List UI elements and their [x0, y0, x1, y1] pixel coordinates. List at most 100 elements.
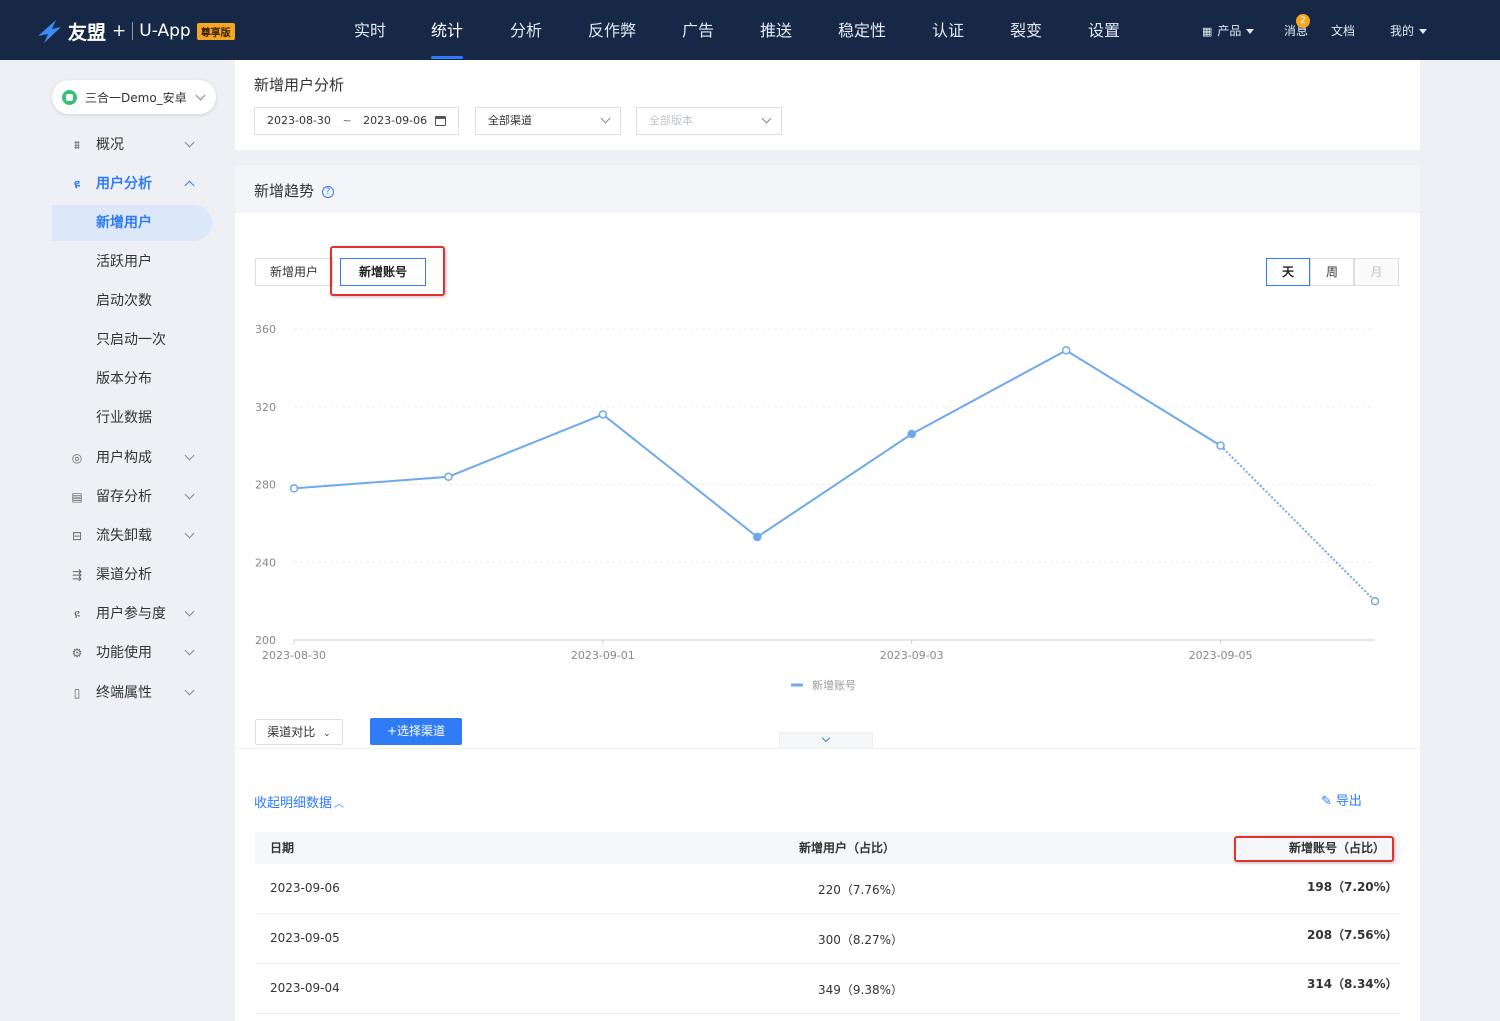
- sidebar-item-label: 终端属性: [96, 685, 152, 701]
- nav-statistics[interactable]: 统计: [427, 0, 467, 60]
- nav-push[interactable]: 推送: [756, 0, 796, 60]
- sidebar-subitem-launches[interactable]: 启动次数: [52, 283, 212, 319]
- sidebar-item-label: 用户参与度: [96, 606, 166, 622]
- nav-settings[interactable]: 设置: [1084, 0, 1124, 60]
- x-tick-label: 2023-09-03: [880, 649, 944, 662]
- data-point: [289, 484, 299, 493]
- messages-link[interactable]: 消息 2: [1284, 0, 1314, 60]
- sidebar-item-engagement[interactable]: ዩ 用户参与度: [52, 596, 212, 632]
- sidebar-subitem-new-users[interactable]: 新增用户: [52, 205, 212, 241]
- col-date[interactable]: 日期: [270, 832, 294, 864]
- sidebar-item-device-attributes[interactable]: ▯ 终端属性: [52, 675, 212, 711]
- series-line: [293, 349, 1222, 539]
- caret-down-icon: [1419, 29, 1428, 34]
- data-point: [598, 410, 608, 419]
- date-end: 2023-09-06: [363, 114, 428, 127]
- export-icon: ✎: [1321, 794, 1332, 809]
- chevron-down-icon: ⌄: [323, 729, 331, 739]
- brand-logo[interactable]: 友盟 + U-App 尊享版: [34, 14, 235, 48]
- sidebar-subitem-version-distribution[interactable]: 版本分布: [52, 361, 212, 397]
- android-icon: [62, 89, 77, 105]
- version-select-placeholder: 全部版本: [649, 114, 693, 127]
- data-point: [907, 429, 916, 439]
- sidebar: 三合一Demo_安卓 ⩩ 概况 ዩ 用户分析 新增用户 活跃用户 启动次数 只启…: [0, 60, 234, 1021]
- collapse-detail-label: 收起明细数据: [254, 796, 333, 811]
- user-composition-icon: ◎: [71, 451, 83, 465]
- cell-new-accounts: 198（7.20%）: [1307, 880, 1398, 894]
- granularity-month[interactable]: 月: [1354, 258, 1399, 286]
- brand-divider: [132, 22, 134, 40]
- channel-compare-dropdown[interactable]: 渠道对比 ⌄: [255, 719, 343, 745]
- chevron-down-icon: [184, 685, 195, 696]
- granularity-day[interactable]: 天: [1266, 258, 1310, 286]
- sidebar-subitem-active-users[interactable]: 活跃用户: [52, 244, 212, 280]
- help-icon[interactable]: ?: [322, 185, 335, 198]
- table-row: 2023-09-05 300（8.27%） 208（7.56%）: [255, 914, 1400, 964]
- sidebar-item-user-analysis[interactable]: ዩ 用户分析: [52, 166, 212, 202]
- products-menu[interactable]: ▦ 产品: [1202, 0, 1255, 60]
- detail-table-header: 日期 新增用户（占比） 新增账号（占比）: [255, 832, 1400, 864]
- edition-badge: 尊享版: [196, 22, 235, 40]
- sidebar-item-label: 用户构成: [96, 450, 152, 466]
- y-tick-label: 200: [255, 634, 276, 647]
- account-menu[interactable]: 我的: [1390, 0, 1428, 60]
- sidebar-item-churn[interactable]: ⊟ 流失卸载: [52, 518, 212, 554]
- chart-collapse-toggle[interactable]: [779, 732, 873, 748]
- sidebar-item-user-composition[interactable]: ◎ 用户构成: [52, 440, 212, 476]
- collapse-detail-link[interactable]: 收起明细数据 ︿: [254, 792, 344, 811]
- docs-link[interactable]: 文档: [1331, 0, 1355, 60]
- channel-select[interactable]: 全部渠道: [475, 107, 621, 135]
- page-title: 新增用户分析: [254, 76, 345, 94]
- chevron-down-icon: [761, 113, 772, 124]
- sidebar-subitem-single-launch[interactable]: 只启动一次: [52, 322, 212, 358]
- app-selector[interactable]: 三合一Demo_安卓: [52, 80, 216, 114]
- sidebar-item-label: 行业数据: [96, 410, 152, 426]
- brand-plus: +: [112, 21, 127, 41]
- chart-icon: ⩩: [73, 138, 81, 152]
- export-button[interactable]: ✎ 导出: [1321, 790, 1362, 809]
- sidebar-item-channel-analysis[interactable]: ⇶ 渠道分析: [52, 557, 212, 593]
- sidebar-item-label: 流失卸载: [96, 528, 152, 544]
- nav-auth[interactable]: 认证: [928, 0, 968, 60]
- cell-date: 2023-09-04: [270, 981, 340, 995]
- sidebar-item-overview[interactable]: ⩩ 概况: [52, 127, 212, 163]
- date-start: 2023-08-30: [267, 114, 331, 127]
- select-channel-button[interactable]: +选择渠道: [370, 718, 462, 745]
- sidebar-item-label: 启动次数: [96, 293, 152, 309]
- message-count-badge: 2: [1296, 14, 1310, 28]
- y-tick-label: 240: [255, 556, 276, 569]
- user-analysis-icon: ዩ: [73, 177, 80, 191]
- data-point: [753, 532, 762, 542]
- data-point: [1216, 441, 1225, 450]
- nav-stability[interactable]: 稳定性: [834, 0, 890, 60]
- export-label: 导出: [1335, 794, 1362, 809]
- cell-new-accounts: 314（8.34%）: [1307, 977, 1398, 991]
- nav-ads[interactable]: 广告: [678, 0, 718, 60]
- trend-header: 新增趋势?: [235, 165, 1420, 213]
- version-select[interactable]: 全部版本: [636, 107, 782, 135]
- tab-new-users[interactable]: 新增用户: [255, 258, 333, 286]
- y-tick-label: 320: [255, 401, 276, 414]
- umeng-logo-icon: [38, 20, 61, 43]
- sidebar-item-feature-usage[interactable]: ⚙ 功能使用: [52, 635, 212, 671]
- granularity-week[interactable]: 周: [1310, 258, 1354, 286]
- products-label: 产品: [1217, 24, 1242, 38]
- nav-anti-cheat[interactable]: 反作弊: [584, 0, 640, 60]
- col-new-users[interactable]: 新增用户（占比）: [799, 832, 895, 864]
- chevron-down-icon: [821, 733, 831, 743]
- sidebar-subitem-industry-data[interactable]: 行业数据: [52, 400, 212, 436]
- retention-icon: ▤: [71, 490, 83, 504]
- churn-icon: ⊟: [71, 529, 83, 543]
- top-nav: 友盟 + U-App 尊享版 实时 统计 分析 反作弊 广告 推送 稳定性 认证…: [0, 0, 1500, 60]
- sidebar-item-label: 只启动一次: [96, 332, 166, 348]
- sidebar-item-label: 留存分析: [96, 489, 152, 505]
- nav-realtime[interactable]: 实时: [350, 0, 390, 60]
- device-icon: ▯: [73, 686, 81, 700]
- chevron-down-icon: [184, 528, 195, 539]
- date-range-picker[interactable]: 2023-08-30 ~ 2023-09-06: [254, 107, 459, 135]
- sidebar-item-label: 概况: [96, 137, 124, 153]
- sidebar-item-retention[interactable]: ▤ 留存分析: [52, 479, 212, 515]
- nav-analysis[interactable]: 分析: [506, 0, 546, 60]
- nav-viral[interactable]: 裂变: [1006, 0, 1046, 60]
- filter-card: 新增用户分析 2023-08-30 ~ 2023-09-06 全部渠道 全部版本: [235, 60, 1420, 150]
